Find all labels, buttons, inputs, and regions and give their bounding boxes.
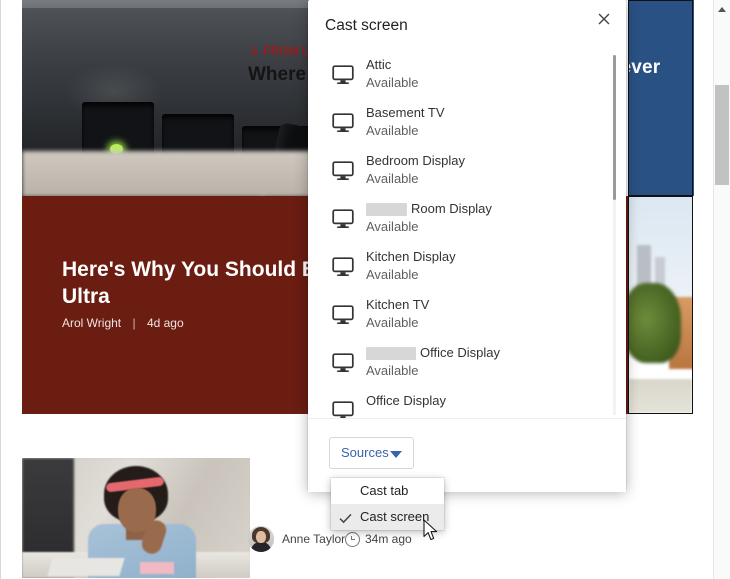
- menu-item-label: Cast tab: [360, 483, 409, 498]
- dialog-title: Cast screen: [325, 17, 408, 34]
- photo-ground: [629, 379, 692, 413]
- cast-device-name-text: Office Display: [420, 345, 500, 360]
- cast-device-list[interactable]: Attic Available Basement TV Available Bedroo…: [308, 52, 626, 418]
- sources-button[interactable]: Sources: [329, 437, 414, 469]
- bottom-article-image[interactable]: [22, 458, 250, 578]
- cast-device-status: Available: [366, 123, 419, 138]
- cast-device-item[interactable]: Attic Available: [308, 52, 626, 100]
- cast-device-item[interactable]: Bedroom Display Available: [308, 148, 626, 196]
- cast-device-item[interactable]: Office Display: [308, 388, 626, 418]
- monitor-icon: [332, 305, 354, 325]
- menu-item-cast-tab[interactable]: Cast tab: [331, 478, 444, 504]
- page-left-border: [0, 0, 1, 579]
- cast-device-name-text: Room Display: [411, 201, 492, 216]
- clock-icon: [345, 532, 360, 547]
- cast-device-item[interactable]: Kitchen TV Available: [308, 292, 626, 340]
- cast-device-name: Bedroom Display: [366, 153, 465, 168]
- avatar-body: [251, 542, 271, 552]
- cast-device-status: Available: [366, 315, 419, 330]
- cast-device-status: Available: [366, 171, 419, 186]
- bottom-article-time: 34m ago: [365, 532, 412, 546]
- menu-item-cast-screen[interactable]: Cast screen: [331, 504, 444, 530]
- sources-button-label: Sources: [341, 445, 389, 460]
- cast-screen-dialog: Cast screen Attic Available Basement TV Ava…: [308, 0, 626, 492]
- monitor-icon: [332, 209, 354, 229]
- monitor-icon: [332, 401, 354, 418]
- cast-device-name: Office Display: [366, 345, 500, 361]
- hero-article-author: Arol Wright: [62, 316, 122, 330]
- meta-separator: |: [132, 316, 136, 330]
- sidebar-blue-card[interactable]: lever: [628, 0, 693, 196]
- monitor-icon: [332, 161, 354, 181]
- cast-device-status: Available: [366, 219, 419, 234]
- cast-device-name: Room Display: [366, 201, 492, 217]
- cast-device-status: Available: [366, 75, 419, 90]
- chevron-down-icon: [390, 451, 402, 458]
- check-icon: [339, 511, 352, 524]
- scrollbar-thumb[interactable]: [613, 55, 616, 200]
- cast-device-item[interactable]: Basement TV Available: [308, 100, 626, 148]
- close-icon[interactable]: [592, 7, 616, 31]
- bottom-article-author: Anne Taylor: [282, 532, 346, 546]
- monitor-icon: [332, 65, 354, 85]
- redacted-text: [366, 347, 416, 361]
- hero-article-meta: Arol Wright | 4d ago: [62, 316, 184, 330]
- cast-device-status: Available: [366, 267, 419, 282]
- cast-device-item[interactable]: Room Display Available: [308, 196, 626, 244]
- sources-dropdown-menu[interactable]: Cast tab Cast screen: [331, 478, 444, 530]
- cast-device-item[interactable]: Office Display Available: [308, 340, 626, 388]
- menu-item-label: Cast screen: [360, 509, 430, 524]
- laptop: [47, 558, 125, 576]
- cast-device-name: Office Display: [366, 393, 446, 408]
- hero-article-time: 4d ago: [146, 316, 184, 330]
- bottom-article-label: ↳ FROM LI: [250, 46, 313, 58]
- avatar: [248, 526, 274, 552]
- cast-device-item[interactable]: Kitchen Display Available: [308, 244, 626, 292]
- cast-device-name: Kitchen TV: [366, 297, 430, 312]
- browser-vertical-scrollbar[interactable]: [713, 0, 730, 579]
- cast-device-name: Kitchen Display: [366, 249, 456, 264]
- monitor-icon: [332, 257, 354, 277]
- redacted-text: [366, 203, 407, 217]
- chevron-up-icon[interactable]: [714, 0, 730, 17]
- cast-device-name: Attic: [366, 57, 392, 72]
- notebook: [140, 562, 174, 574]
- cast-device-name: Basement TV: [366, 105, 445, 120]
- monitor-icon: [332, 113, 354, 133]
- avatar-face: [256, 531, 266, 543]
- sidebar-photo-card[interactable]: [628, 196, 693, 414]
- cast-device-status: Available: [366, 363, 419, 378]
- photo-tree: [629, 283, 681, 363]
- device-list-scrollbar[interactable]: [612, 55, 617, 415]
- monitor-icon: [332, 353, 354, 373]
- scrollbar-thumb[interactable]: [715, 85, 729, 185]
